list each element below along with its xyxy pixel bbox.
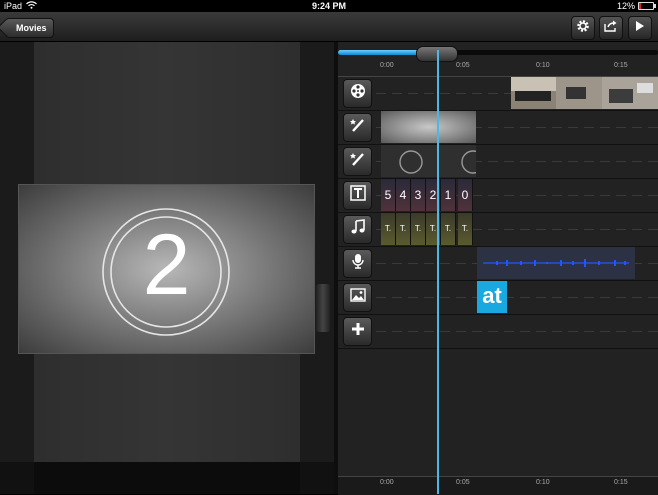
effect-track-1 xyxy=(338,110,658,145)
play-icon xyxy=(635,19,645,37)
photo-track: at xyxy=(338,280,658,315)
text-icon xyxy=(349,185,366,206)
title-track: 5 4 3 2 1 0 xyxy=(338,178,658,213)
photo-track-button[interactable] xyxy=(343,283,372,312)
ruler-label: 0:05 xyxy=(456,479,470,486)
track-lane xyxy=(376,314,658,348)
music-track-button[interactable] xyxy=(343,215,372,244)
magic-wand-icon xyxy=(349,116,367,139)
ruler-label: 0:15 xyxy=(614,62,628,69)
audio-segment: T. xyxy=(458,213,473,245)
gear-icon xyxy=(576,19,590,38)
status-bar: iPad 9:24 PM 12% xyxy=(0,0,658,12)
countdown-number: 2 xyxy=(142,217,191,313)
scrub-fill xyxy=(338,50,428,55)
audio-segment: T. xyxy=(441,213,456,245)
playhead[interactable] xyxy=(437,50,439,494)
logo-image-clip[interactable]: at xyxy=(477,281,507,313)
battery-icon xyxy=(638,2,656,10)
countdown-digit: 3 xyxy=(411,179,426,211)
countdown-digit: 1 xyxy=(441,179,456,211)
effect-track-button-1[interactable] xyxy=(343,113,372,142)
voice-track xyxy=(338,246,658,281)
panel-resize-handle[interactable] xyxy=(316,284,330,332)
ruler-label: 0:10 xyxy=(536,479,550,486)
timeline-ruler-bottom: 0:00 0:05 0:10 0:15 xyxy=(338,476,658,495)
ruler-label: 0:05 xyxy=(456,62,470,69)
countdown-digit: 5 xyxy=(381,179,396,211)
status-time: 9:24 PM xyxy=(311,1,346,11)
battery-percent: 12% xyxy=(616,1,635,11)
plus-icon xyxy=(351,322,365,341)
audio-segment: T. xyxy=(396,213,411,245)
effect-track-2 xyxy=(338,144,658,179)
add-track-button[interactable] xyxy=(343,317,372,346)
magic-wand-icon xyxy=(349,150,367,173)
video-clip[interactable] xyxy=(511,77,658,109)
countdown-digit: 0 xyxy=(458,179,473,211)
movies-back-button[interactable]: Movies xyxy=(5,18,54,38)
ruler-label: 0:10 xyxy=(536,62,550,69)
preview-floor-inner xyxy=(34,462,300,494)
timeline-panel: 0:00 0:05 0:10 0:15 5 4 3 2 1 0 T. T. T.… xyxy=(338,42,658,495)
title-track-button[interactable] xyxy=(343,181,372,210)
preview-panel: 2 xyxy=(0,42,334,494)
logo-text: at xyxy=(482,283,502,308)
voice-waveform xyxy=(483,259,629,267)
effect-track-button-2[interactable] xyxy=(343,147,372,176)
countdown-effect-clip[interactable] xyxy=(381,145,476,177)
film-reel-icon xyxy=(350,83,366,104)
audio-clip[interactable]: T. T. T. T. T. T. xyxy=(381,213,476,245)
share-button[interactable] xyxy=(599,16,623,40)
play-button[interactable] xyxy=(628,16,652,40)
voiceover-clip[interactable] xyxy=(477,247,635,279)
microphone-icon xyxy=(351,253,365,274)
timeline-ruler: 0:00 0:05 0:10 0:15 xyxy=(338,60,658,77)
audio-segment: T. xyxy=(411,213,426,245)
vignette-effect-clip[interactable] xyxy=(381,111,476,143)
audio-segment: T. xyxy=(381,213,396,245)
countdown-circles xyxy=(399,150,476,174)
photo-icon xyxy=(349,288,366,307)
countdown-title-clip[interactable]: 5 4 3 2 1 0 xyxy=(381,179,476,211)
video-track xyxy=(338,76,658,111)
settings-button[interactable] xyxy=(571,16,595,40)
timeline-scrubber[interactable] xyxy=(338,46,658,62)
ruler-label: 0:00 xyxy=(380,479,394,486)
ruler-label: 0:00 xyxy=(380,62,394,69)
video-preview[interactable]: 2 xyxy=(18,184,315,354)
music-track: T. T. T. T. T. T. xyxy=(338,212,658,247)
video-track-button[interactable] xyxy=(343,79,372,108)
add-track-row xyxy=(338,314,658,349)
music-note-icon xyxy=(350,219,366,240)
top-toolbar: Movies xyxy=(0,12,658,42)
video-thumbnails xyxy=(511,77,658,109)
track-lane xyxy=(376,280,658,314)
share-icon xyxy=(604,19,618,37)
ruler-label: 0:15 xyxy=(614,479,628,486)
countdown-digit: 4 xyxy=(396,179,411,211)
voice-track-button[interactable] xyxy=(343,249,372,278)
back-button-label: Movies xyxy=(16,23,47,33)
